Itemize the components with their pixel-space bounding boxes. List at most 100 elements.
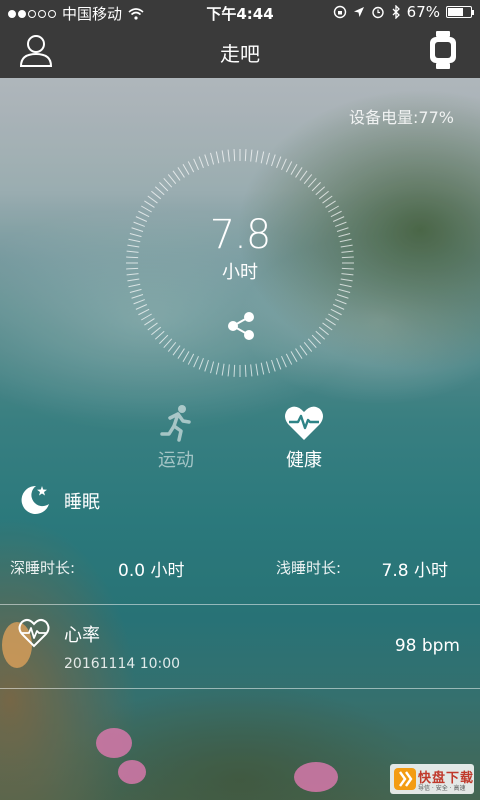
tab-sport[interactable]: 运动 (136, 404, 216, 472)
dial-tick (167, 174, 177, 185)
bluetooth-icon (392, 5, 400, 19)
dial-tick (281, 355, 287, 368)
dial-tick (141, 313, 152, 321)
share-icon[interactable] (224, 310, 258, 342)
dial-tick (147, 322, 158, 331)
dial-tick (177, 348, 185, 359)
location-icon (353, 7, 364, 17)
dial-tick (335, 299, 347, 305)
dial-tick (182, 351, 190, 362)
moon-star-icon (21, 485, 49, 514)
dial-tick (233, 364, 236, 377)
dial-tick (285, 353, 293, 365)
dial-tick (271, 154, 276, 167)
status-right: 67% (333, 3, 474, 21)
divider (0, 688, 480, 689)
dial-tick (281, 158, 287, 171)
alarm-icon (371, 6, 384, 19)
watch-icon[interactable] (428, 30, 458, 70)
dial-tick (276, 156, 282, 168)
dial-tick (299, 170, 308, 181)
dial-tick (276, 358, 282, 370)
heart-rate-icon (18, 618, 50, 648)
sleep-title: 睡眠 (64, 492, 100, 513)
heart-pulse-icon (285, 406, 323, 440)
dial-tick (290, 351, 298, 362)
deep-sleep-label: 深睡时长: (10, 559, 76, 577)
dial-tick (129, 288, 142, 293)
dial-tick (330, 308, 342, 316)
dial-tick (227, 364, 230, 377)
watermark-subtitle: 导信 · 安全 · 高速 (418, 785, 466, 792)
dial-tick (244, 364, 247, 377)
device-battery-level: 设备电量:77% (349, 108, 454, 127)
heart-rate-date: 20161114 10:00 (64, 656, 181, 672)
dial-tick (265, 152, 270, 165)
dial-tick (135, 304, 148, 310)
dial-tick (303, 174, 313, 185)
dial-tick (318, 326, 329, 336)
battery-icon (446, 6, 474, 18)
dial-tick (221, 363, 225, 376)
dial-tick (182, 164, 190, 175)
dial-tick (311, 334, 321, 344)
flower-decoration (118, 760, 146, 784)
dial-tick (204, 359, 209, 372)
dial-tick (172, 170, 181, 181)
dial-tick (255, 363, 259, 376)
dial-tick (198, 156, 204, 168)
dial-tick (336, 294, 349, 299)
dial-tick (307, 177, 317, 188)
dial-tick (193, 158, 199, 171)
dial-tick (227, 149, 230, 162)
heart-rate-value: 98 bpm (394, 636, 460, 656)
dial-tick (172, 345, 181, 356)
dial-tick (210, 361, 215, 374)
dial-tick (255, 150, 259, 163)
dial-tick (318, 190, 329, 200)
dial-tick (144, 200, 155, 208)
deep-sleep-value: 0.0 小时 (118, 561, 185, 581)
dial-tick (163, 338, 173, 349)
dial-tick (215, 362, 220, 375)
dial-tick (138, 308, 150, 316)
dial-tick (131, 294, 144, 299)
dial-tick (198, 358, 204, 370)
dial-tick (233, 149, 236, 162)
tab-health-label: 健康 (286, 450, 322, 471)
dial-tick (322, 322, 333, 331)
heart-rate-title: 心率 (64, 625, 100, 646)
dial-tick (193, 355, 199, 368)
dial-tick (133, 299, 145, 305)
tab-sport-label: 运动 (158, 450, 194, 471)
dial-tick (147, 195, 158, 204)
status-bar: 中国移动 下午4:44 67% (0, 0, 480, 24)
dial-tick (260, 151, 265, 164)
dial-tick (151, 326, 162, 336)
dial-tick (338, 288, 351, 293)
dial-tick (159, 182, 169, 192)
dial-tick (260, 362, 265, 375)
dial-tick (187, 353, 195, 365)
dial-tick (332, 304, 345, 310)
dial-tick (210, 152, 215, 165)
dial-tick (187, 161, 195, 173)
watermark-mark-icon (394, 768, 416, 790)
battery-percent: 67% (406, 3, 440, 21)
dial-tick (325, 200, 336, 208)
dial-tick (295, 348, 303, 359)
dial-tick (154, 186, 165, 196)
dial-tick (154, 330, 165, 340)
dial-tick (328, 313, 339, 321)
nav-bar: 走吧 (0, 24, 480, 78)
tab-health[interactable]: 健康 (264, 404, 344, 472)
flower-decoration (294, 762, 338, 792)
dial-value: 7.8 (209, 212, 272, 258)
dial-tick (265, 361, 270, 374)
dial-tick (163, 177, 173, 188)
dial-tick (144, 318, 155, 326)
light-sleep-value: 7.8 小时 (381, 561, 448, 581)
dial-unit: 小时 (222, 262, 258, 283)
orientation-lock-icon (333, 5, 346, 19)
dial-tick (325, 318, 336, 326)
